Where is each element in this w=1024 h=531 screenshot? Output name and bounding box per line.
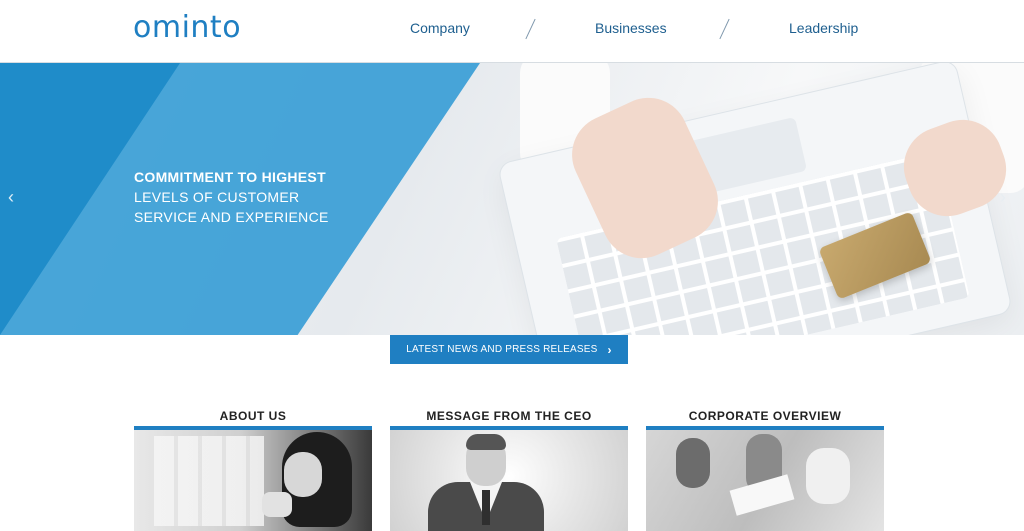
corporate-overview-title[interactable]: CORPORATE OVERVIEW bbox=[646, 409, 884, 423]
nav-leadership[interactable]: Leadership bbox=[789, 20, 858, 36]
about-us-title[interactable]: ABOUT US bbox=[134, 409, 372, 423]
woman-hand-card bbox=[262, 492, 292, 517]
woman-face bbox=[284, 452, 322, 497]
chevron-right-icon: › bbox=[607, 342, 612, 357]
hero-line-3: SERVICE AND EXPERIENCE bbox=[134, 209, 329, 225]
nav-businesses[interactable]: Businesses bbox=[595, 20, 667, 36]
ceo-tie bbox=[482, 490, 490, 525]
site-header: ominto Company Businesses Leadership bbox=[0, 0, 1024, 63]
hero-headline: COMMITMENT TO HIGHEST bbox=[134, 169, 326, 185]
nav-company[interactable]: Company bbox=[410, 20, 470, 36]
person bbox=[806, 448, 850, 504]
next-arrow-icon[interactable]: › bbox=[1000, 187, 1006, 208]
prev-arrow-icon[interactable]: ‹ bbox=[8, 187, 14, 208]
latest-news-button[interactable]: LATEST NEWS AND PRESS RELEASES › bbox=[390, 335, 628, 364]
hero-caption: COMMITMENT TO HIGHEST LEVELS OF CUSTOMER… bbox=[134, 167, 329, 227]
nav-separator bbox=[719, 18, 730, 40]
window-blinds bbox=[154, 436, 264, 526]
hero-line-2: LEVELS OF CUSTOMER bbox=[134, 189, 300, 205]
about-us-panel[interactable] bbox=[134, 426, 372, 531]
ceo-hair bbox=[466, 434, 506, 450]
ceo-message-panel[interactable] bbox=[390, 426, 628, 531]
corporate-overview-panel[interactable] bbox=[646, 426, 884, 531]
ceo-message-title[interactable]: MESSAGE FROM THE CEO bbox=[390, 409, 628, 423]
nav-separator bbox=[525, 18, 536, 40]
latest-news-label: LATEST NEWS AND PRESS RELEASES bbox=[406, 344, 598, 355]
hero-slider: COMMITMENT TO HIGHEST LEVELS OF CUSTOMER… bbox=[0, 63, 1024, 335]
person bbox=[676, 438, 710, 488]
ominto-logo[interactable]: ominto bbox=[133, 10, 241, 45]
